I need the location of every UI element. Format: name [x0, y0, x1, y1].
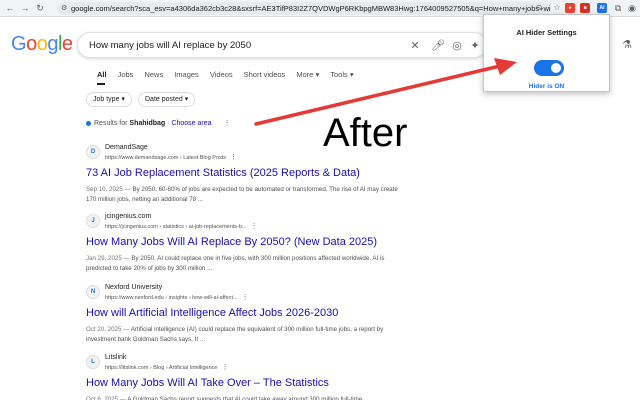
- choose-area-link[interactable]: Choose area: [171, 120, 211, 127]
- active-tab-indicator: [97, 83, 105, 85]
- tab-tools[interactable]: Tools ▾: [330, 70, 353, 84]
- breadcrumb-text[interactable]: https://www.demandsage.com › Latest Blog…: [105, 155, 226, 161]
- result-date: Oct 6, 2025 —: [86, 396, 126, 400]
- result-snippet: Oct 6, 2025 — A Goldman Sachs report sug…: [86, 395, 404, 400]
- site-favicon-icon[interactable]: L: [86, 355, 100, 369]
- tab-more[interactable]: More ▾: [296, 70, 319, 84]
- forward-icon[interactable]: →: [19, 2, 31, 14]
- location-place: Shahidbag: [129, 120, 166, 127]
- hider-toggle[interactable]: [534, 60, 564, 76]
- voice-search-icon[interactable]: 🎤︎: [431, 39, 445, 53]
- result-breadcrumb[interactable]: https://www.nexford.edu › insights › how…: [105, 293, 249, 301]
- result-breadcrumb[interactable]: https://litslink.com › Blog › Artificial…: [105, 363, 229, 371]
- result-snippet: Jan 29, 2025 — By 2050, AI could replace…: [86, 254, 404, 274]
- result-date: Jan 29, 2025 —: [86, 255, 130, 262]
- url-text: google.com/search?sca_esv=a4306da362cb3c…: [71, 4, 551, 13]
- result-menu-icon[interactable]: ⋮: [230, 154, 237, 161]
- ai-hider-popup: AI Hider Settings Hider is ON: [483, 14, 610, 92]
- location-line: Results for Shahidbag · Choose area ⋮: [86, 119, 230, 127]
- logo-letter: g: [47, 33, 58, 55]
- breadcrumb-text[interactable]: https://litslink.com › Blog › Artificial…: [105, 365, 218, 371]
- toggle-knob[interactable]: [551, 63, 561, 73]
- result-site-name[interactable]: Nexford University: [105, 284, 162, 291]
- ai-hider-extension-icon[interactable]: AI: [597, 3, 607, 13]
- tab-videos[interactable]: Videos: [210, 70, 233, 84]
- ai-mode-icon[interactable]: ✦: [468, 39, 482, 53]
- snippet-text: A Goldman Sachs report suggests that AI …: [127, 396, 363, 400]
- after-annotation: After: [323, 111, 408, 155]
- google-logo[interactable]: Google: [11, 33, 73, 56]
- search-query[interactable]: How many jobs will AI replace by 2050: [89, 40, 251, 51]
- location-prefix: Results for: [94, 120, 128, 127]
- extension-1-icon[interactable]: ●: [565, 3, 575, 13]
- search-box[interactable]: How many jobs will AI replace by 2050 ✕ …: [77, 32, 493, 58]
- search-tabs: All Jobs News Images Videos Short videos More …: [97, 70, 365, 84]
- more-options-icon[interactable]: ⋮: [223, 120, 230, 127]
- hider-status: Hider is ON: [528, 83, 565, 90]
- result-title-link[interactable]: How Many Jobs Will AI Take Over – The St…: [86, 377, 329, 389]
- extension-2-icon[interactable]: ■: [580, 3, 590, 13]
- result-date: Sep 10, 2025 —: [86, 186, 131, 193]
- tab-jobs[interactable]: Jobs: [118, 70, 134, 84]
- result-snippet: Sep 10, 2025 — By 2050, 60-80% of jobs a…: [86, 185, 404, 205]
- site-favicon-icon[interactable]: N: [86, 285, 100, 299]
- snippet-text: By 2050, 60-80% of jobs are expected to …: [86, 186, 398, 203]
- tab-images[interactable]: Images: [174, 70, 199, 84]
- result-site-name[interactable]: DemandSage: [105, 144, 148, 151]
- breadcrumb-text[interactable]: https://jcingenius.com › statistics › ai…: [105, 224, 247, 230]
- result-menu-icon[interactable]: ⋮: [222, 364, 229, 371]
- date-posted-filter[interactable]: Date posted ▾: [138, 92, 196, 107]
- location-pin-icon[interactable]: ⊙: [533, 2, 545, 14]
- site-favicon-icon[interactable]: J: [86, 214, 100, 228]
- tab-news[interactable]: News: [144, 70, 163, 84]
- result-site-name[interactable]: Litslink: [105, 354, 126, 361]
- site-favicon-icon[interactable]: D: [86, 145, 100, 159]
- result-title-link[interactable]: 73 AI Job Replacement Statistics (2025 R…: [86, 167, 360, 179]
- result-title-link[interactable]: How will Artificial Intelligence Affect …: [86, 307, 338, 319]
- popup-title: AI Hider Settings: [516, 28, 577, 37]
- result-title-link[interactable]: How Many Jobs Will AI Replace By 2050? (…: [86, 236, 377, 248]
- result-snippet: Oct 20, 2025 — Artificial intelligence (…: [86, 325, 404, 345]
- breadcrumb-text[interactable]: https://www.nexford.edu › insights › how…: [105, 295, 238, 301]
- site-info-icon[interactable]: ⚙: [61, 2, 67, 15]
- tab-short-videos[interactable]: Short videos: [244, 70, 286, 84]
- reload-icon[interactable]: ↻: [34, 2, 46, 14]
- snippet-text: Artificial intelligence (AI) could repla…: [86, 326, 384, 343]
- profile-icon[interactable]: ◉: [626, 2, 638, 14]
- logo-letter: o: [26, 33, 37, 55]
- lens-icon[interactable]: ◎: [450, 39, 464, 53]
- back-icon[interactable]: ←: [4, 2, 16, 14]
- snippet-text: By 2050, AI could replace one in five jo…: [86, 255, 385, 272]
- clear-icon[interactable]: ✕: [408, 39, 422, 53]
- job-type-filter[interactable]: Job type ▾: [86, 92, 132, 107]
- bookmark-star-icon[interactable]: ☆: [551, 2, 563, 14]
- result-menu-icon[interactable]: ⋮: [251, 223, 258, 230]
- result-breadcrumb[interactable]: https://jcingenius.com › statistics › ai…: [105, 222, 258, 230]
- tab-all[interactable]: All: [97, 70, 107, 84]
- logo-letter: o: [36, 33, 48, 55]
- result-breadcrumb[interactable]: https://www.demandsage.com › Latest Blog…: [105, 153, 237, 161]
- logo-letter: G: [11, 33, 27, 55]
- result-date: Oct 20, 2025 —: [86, 326, 130, 333]
- location-dot-icon: [86, 120, 91, 126]
- extensions-puzzle-icon[interactable]: ⧉: [612, 2, 624, 14]
- labs-flask-icon[interactable]: ⚗: [620, 38, 634, 52]
- result-menu-icon[interactable]: ⋮: [242, 294, 249, 301]
- address-bar[interactable]: ⚙ google.com/search?sca_esv=a4306da362cb…: [57, 2, 551, 15]
- result-site-name[interactable]: jcingenius.com: [105, 213, 151, 220]
- logo-letter: e: [61, 33, 73, 55]
